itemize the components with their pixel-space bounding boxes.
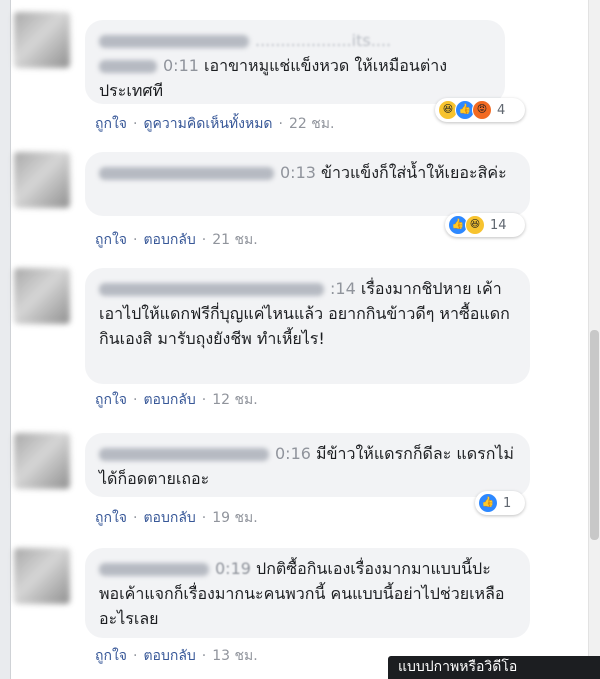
- like-icon: 👍: [478, 493, 498, 513]
- like-link[interactable]: ถูกใจ: [95, 392, 127, 408]
- reaction-summary[interactable]: 👍 1: [475, 491, 525, 515]
- comment-text: ข้าวแข็งก็ใส่น้ำให้เยอะสิค่ะ: [321, 163, 507, 182]
- reaction-count: 1: [503, 495, 512, 511]
- like-link[interactable]: ถูกใจ: [95, 648, 127, 664]
- reaction-summary[interactable]: 👍 😆 14: [445, 213, 525, 237]
- avatar[interactable]: [14, 433, 70, 489]
- left-frame: [0, 0, 10, 679]
- reaction-count: 4: [497, 102, 506, 118]
- comment-actions: ถูกใจ · ตอบกลับ · 21 ชม.: [95, 232, 258, 248]
- tooltip: แบบปกาพหรือวิดีโอ: [388, 656, 600, 679]
- comment-actions: ถูกใจ · ตอบกลับ · 19 ชม.: [95, 510, 258, 526]
- comment-bubble: 0:16 มีข้าวให้แดรกก็ดีละ แดรกไม่ได้ก็อดต…: [85, 433, 530, 497]
- see-all-comments-link[interactable]: ดูความคิดเห็นทั้งหมด: [143, 116, 272, 132]
- like-link[interactable]: ถูกใจ: [95, 510, 127, 526]
- avatar[interactable]: [14, 548, 70, 604]
- timestamp[interactable]: 0:11: [163, 56, 199, 75]
- comment-bubble: 0:19 ปกติซื้อกินเองเรื่องมากมาแบบนี้ปะ พ…: [85, 548, 530, 638]
- like-link[interactable]: ถูกใจ: [95, 232, 127, 248]
- timestamp[interactable]: 0:13: [280, 163, 316, 182]
- comment-time[interactable]: 22 ชม.: [289, 116, 334, 132]
- comment-time[interactable]: 12 ชม.: [212, 392, 257, 408]
- angry-icon: 😡: [472, 100, 492, 120]
- comment-bubble: :14 เรื่องมากชิปหาย เค้าเอาไปให้แดกฟรีกี…: [85, 268, 530, 384]
- left-frame-border: [10, 0, 11, 679]
- comment-time[interactable]: 21 ชม.: [212, 232, 257, 248]
- avatar[interactable]: [14, 12, 70, 68]
- comment-bubble: ...................its.... 0:11 เอาขาหมู…: [85, 20, 505, 104]
- comment-actions: ถูกใจ · ดูความคิดเห็นทั้งหมด · 22 ชม.: [95, 116, 335, 132]
- reaction-count: 14: [490, 217, 507, 233]
- avatar[interactable]: [14, 268, 70, 324]
- timestamp[interactable]: 0:16: [275, 444, 311, 463]
- comment-actions: ถูกใจ · ตอบกลับ · 12 ชม.: [95, 392, 258, 408]
- scrollbar-thumb[interactable]: [590, 330, 599, 540]
- reply-link[interactable]: ตอบกลับ: [143, 392, 195, 408]
- comment-time[interactable]: 13 ชม.: [212, 648, 257, 664]
- reply-link[interactable]: ตอบกลับ: [143, 510, 195, 526]
- timestamp[interactable]: :14: [330, 279, 356, 298]
- reply-link[interactable]: ตอบกลับ: [143, 232, 195, 248]
- timestamp[interactable]: 0:19: [215, 559, 251, 578]
- commenter-name[interactable]: ...................its....: [99, 28, 491, 53]
- like-link[interactable]: ถูกใจ: [95, 116, 127, 132]
- comment-bubble: 0:13 ข้าวแข็งก็ใส่น้ำให้เยอะสิค่ะ: [85, 152, 530, 216]
- comment-actions: ถูกใจ · ตอบกลับ · 13 ชม.: [95, 648, 258, 664]
- reply-link[interactable]: ตอบกลับ: [143, 648, 195, 664]
- haha-icon: 😆: [465, 215, 485, 235]
- avatar[interactable]: [14, 152, 70, 208]
- reaction-summary[interactable]: 😆 👍 😡 4: [435, 98, 525, 122]
- comment-time[interactable]: 19 ชม.: [212, 510, 257, 526]
